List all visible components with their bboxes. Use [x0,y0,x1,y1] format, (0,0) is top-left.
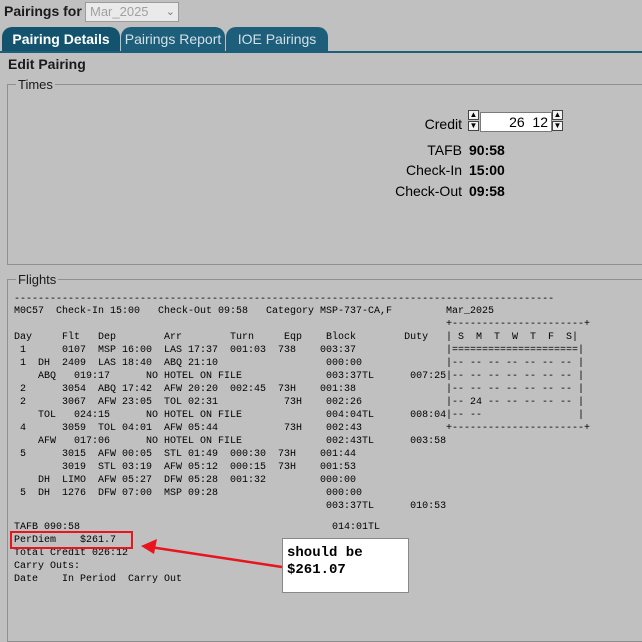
arrow-head [141,539,157,554]
annotation-arrow [141,539,283,569]
annotation-callout: should be $261.07 [282,538,409,593]
arrow-shaft [149,545,283,569]
